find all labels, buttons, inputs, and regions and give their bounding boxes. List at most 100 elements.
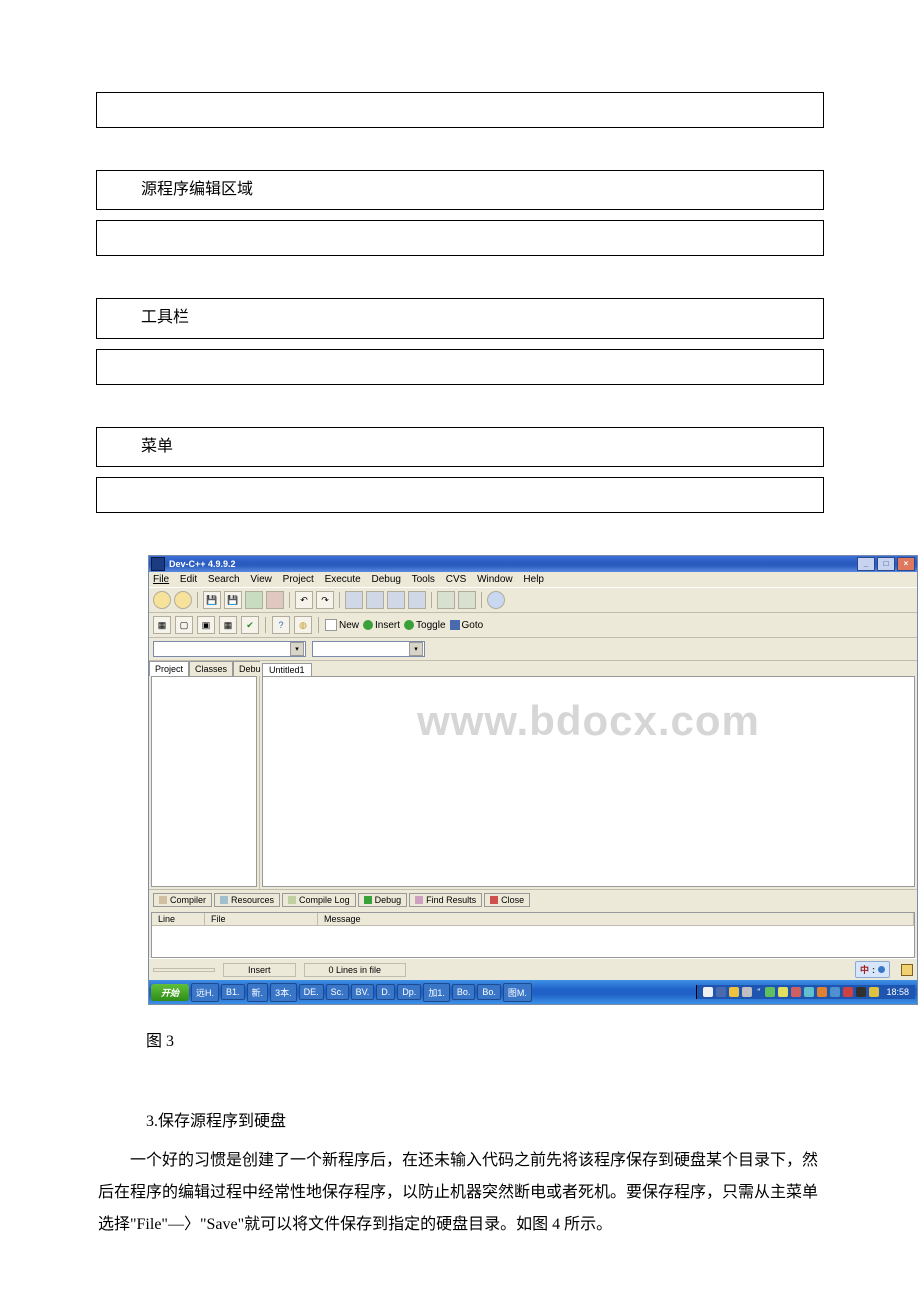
col-file[interactable]: File [205, 913, 318, 925]
new-file-icon[interactable] [153, 591, 171, 609]
tray-icon[interactable] [729, 987, 739, 997]
project-tree[interactable] [151, 676, 257, 887]
tb2-icon-1[interactable]: ▦ [153, 616, 171, 634]
task-item[interactable]: Bo. [477, 984, 501, 1000]
system-tray[interactable]: " 18:58 [696, 985, 915, 999]
save-icon[interactable]: 💾 [203, 591, 221, 609]
task-item[interactable]: Bo. [452, 984, 476, 1000]
compile-icon[interactable] [345, 591, 363, 609]
btab-debug[interactable]: Debug [358, 893, 408, 907]
start-button[interactable]: 开始 [151, 984, 189, 1001]
btab-close[interactable]: Close [484, 893, 530, 907]
menu-edit[interactable]: Edit [180, 574, 197, 585]
toggle-label[interactable]: Toggle [404, 620, 445, 631]
new-label[interactable]: New [325, 619, 359, 631]
btab-compile-log[interactable]: Compile Log [282, 893, 356, 907]
undo-icon[interactable]: ↶ [295, 591, 313, 609]
tray-icon[interactable] [869, 987, 879, 997]
tab-project[interactable]: Project [149, 661, 189, 676]
tray-icon[interactable] [843, 987, 853, 997]
btab-compiler[interactable]: Compiler [153, 893, 212, 907]
menu-view[interactable]: View [250, 574, 272, 585]
tray-icon[interactable] [778, 987, 788, 997]
windows-taskbar: 开始 远H. B1. 新. 3本. DE. Sc. BV. D. Dp. 加1.… [149, 980, 917, 1004]
tray-icon[interactable] [856, 987, 866, 997]
menu-window[interactable]: Window [477, 574, 513, 585]
col-message[interactable]: Message [318, 913, 914, 925]
task-item[interactable]: DE. [299, 984, 324, 1000]
menu-file[interactable]: File [153, 574, 169, 585]
help-icon[interactable] [487, 591, 505, 609]
tb2-icon-4[interactable]: ▦ [219, 616, 237, 634]
redo-icon[interactable]: ↷ [316, 591, 334, 609]
task-item[interactable]: 3本. [270, 983, 297, 1002]
tray-icon[interactable] [817, 987, 827, 997]
task-item[interactable]: Sc. [326, 984, 349, 1000]
status-insert: Insert [223, 963, 296, 977]
debug-step-icon[interactable] [458, 591, 476, 609]
tray-icon[interactable] [804, 987, 814, 997]
debug-icon[interactable] [437, 591, 455, 609]
code-editor[interactable]: www.bdocx.com [262, 676, 915, 887]
rebuild-icon[interactable] [408, 591, 426, 609]
menu-execute[interactable]: Execute [325, 574, 361, 585]
left-panel: Project Classes Debug [149, 661, 260, 889]
saveall-icon[interactable]: 💾 [224, 591, 242, 609]
check-icon[interactable]: ✔ [241, 616, 259, 634]
task-item[interactable]: 远H. [191, 983, 219, 1002]
btab-resources[interactable]: Resources [214, 893, 280, 907]
goto-label[interactable]: Goto [450, 620, 484, 631]
close-button[interactable]: × [897, 557, 915, 571]
tray-icon[interactable] [791, 987, 801, 997]
status-bar: Insert 0 Lines in file 中 : [149, 958, 917, 980]
figure-caption: 图 3 [146, 1027, 824, 1051]
col-line[interactable]: Line [152, 913, 205, 925]
tb2-icon-2[interactable]: ▢ [175, 616, 193, 634]
tray-icon[interactable] [765, 987, 775, 997]
btab-find[interactable]: Find Results [409, 893, 482, 907]
status-cell-1 [153, 968, 215, 972]
task-item[interactable]: 加1. [423, 983, 450, 1002]
tray-icon[interactable] [830, 987, 840, 997]
combo-1[interactable]: ▾ [153, 641, 306, 657]
tray-icon[interactable] [703, 987, 713, 997]
tray-corner-icon [901, 964, 913, 976]
label-toolbar: 工具栏 [96, 298, 824, 338]
app-icon [151, 557, 165, 571]
question-icon[interactable]: ? [272, 616, 290, 634]
menu-debug[interactable]: Debug [372, 574, 401, 585]
body-paragraph: 一个好的习惯是创建了一个新程序后，在还未输入代码之前先将该程序保存到硬盘某个目录… [96, 1145, 824, 1241]
menu-cvs[interactable]: CVS [446, 574, 467, 585]
close-file-icon[interactable] [266, 591, 284, 609]
status-lines: 0 Lines in file [304, 963, 407, 977]
task-item[interactable]: 图M. [503, 983, 532, 1002]
tab-classes[interactable]: Classes [189, 661, 233, 676]
tray-icon[interactable] [716, 987, 726, 997]
task-item[interactable]: BV. [351, 984, 375, 1000]
insert-label[interactable]: Insert [363, 620, 400, 631]
window-titlebar: Dev-C++ 4.9.9.2 _ □ × [149, 556, 917, 572]
language-indicator[interactable]: 中 : [855, 961, 890, 978]
task-item[interactable]: 新. [247, 983, 269, 1002]
toolbar-combo-row: ▾ ▾ [149, 638, 917, 661]
editor-tab-untitled[interactable]: Untitled1 [262, 663, 312, 676]
combo-2[interactable]: ▾ [312, 641, 425, 657]
menu-project[interactable]: Project [283, 574, 314, 585]
bulb-icon[interactable]: ◍ [294, 616, 312, 634]
tb2-icon-3[interactable]: ▣ [197, 616, 215, 634]
bottom-tab-row: Compiler Resources Compile Log Debug Fin… [149, 889, 917, 910]
tray-icon[interactable] [742, 987, 752, 997]
minimize-button[interactable]: _ [857, 557, 875, 571]
open-file-icon[interactable] [174, 591, 192, 609]
task-item[interactable]: D. [376, 984, 395, 1000]
menu-help[interactable]: Help [523, 574, 544, 585]
task-item[interactable]: B1. [221, 984, 245, 1000]
menu-tools[interactable]: Tools [412, 574, 435, 585]
devcpp-screenshot: Dev-C++ 4.9.9.2 _ □ × File Edit Search V… [148, 555, 824, 1005]
compile-run-icon[interactable] [387, 591, 405, 609]
task-item[interactable]: Dp. [397, 984, 421, 1000]
print-icon[interactable] [245, 591, 263, 609]
run-icon[interactable] [366, 591, 384, 609]
menu-search[interactable]: Search [208, 574, 240, 585]
maximize-button[interactable]: □ [877, 557, 895, 571]
